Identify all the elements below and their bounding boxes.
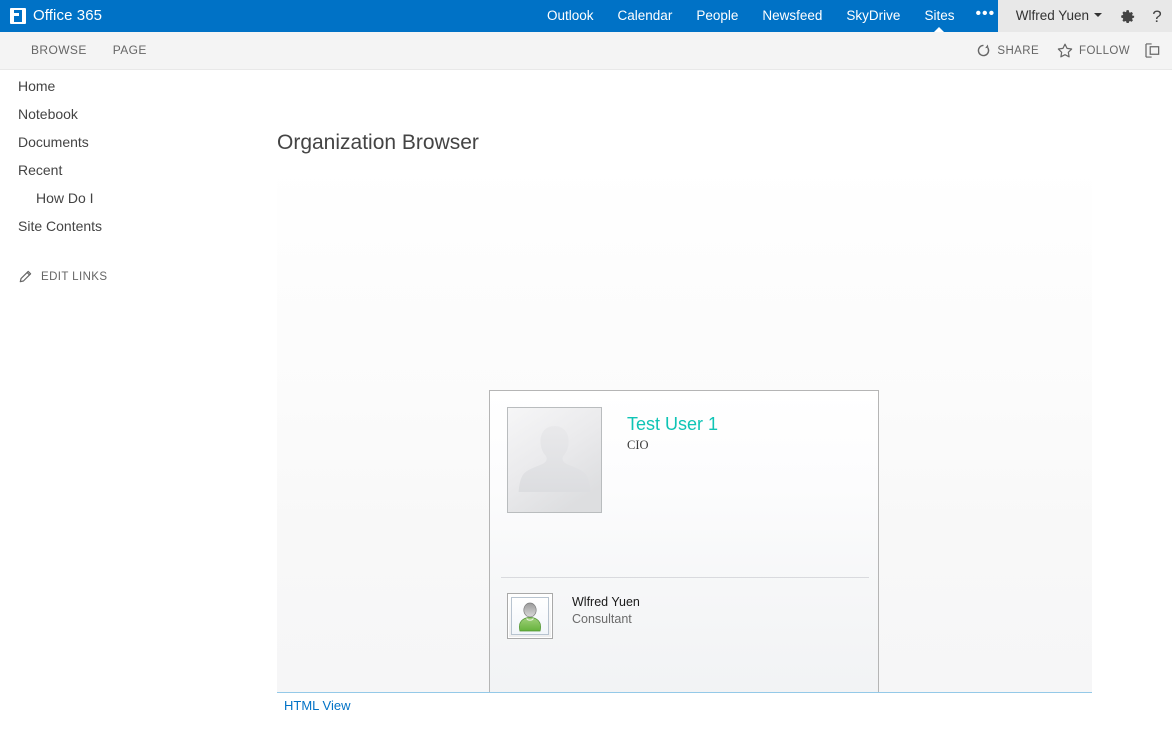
- ribbon-tabs: BROWSE PAGE: [0, 32, 160, 69]
- pencil-icon: [18, 270, 32, 284]
- person-silhouette-placeholder-icon: [507, 407, 602, 513]
- chevron-down-icon: [1094, 13, 1102, 18]
- share-icon: [976, 43, 991, 58]
- focus-on-content-icon[interactable]: [1139, 32, 1168, 69]
- sidebar-item-how-do-i[interactable]: How Do I: [0, 184, 260, 212]
- suite-link-newsfeed[interactable]: Newsfeed: [750, 0, 834, 32]
- follow-label: FOLLOW: [1079, 44, 1130, 57]
- edit-links-label: EDIT LINKS: [41, 271, 108, 283]
- follow-button[interactable]: FOLLOW: [1048, 32, 1139, 69]
- org-report-row[interactable]: Wlfred Yuen Consultant: [507, 593, 878, 639]
- sidebar-item-site-contents[interactable]: Site Contents: [0, 212, 260, 240]
- suite-bar: Office 365 Outlook Calendar People Newsf…: [0, 0, 1172, 32]
- ribbon-tab-page[interactable]: PAGE: [100, 32, 160, 69]
- org-chart-card: Test User 1 CIO Wlfred Yuen Consultant: [489, 390, 879, 692]
- brand-label: Office 365: [33, 7, 103, 24]
- org-manager-text: Test User 1 CIO: [602, 407, 718, 513]
- help-glyph: ?: [1152, 6, 1162, 26]
- org-manager-title: CIO: [627, 438, 649, 452]
- suite-link-people[interactable]: People: [684, 0, 750, 32]
- ribbon-actions: SHARE FOLLOW: [967, 32, 1172, 69]
- office-squares-icon: [10, 8, 26, 24]
- org-manager-section: Test User 1 CIO: [490, 391, 878, 577]
- user-menu[interactable]: Wlfred Yuen: [1008, 0, 1112, 32]
- gear-icon[interactable]: [1112, 0, 1142, 32]
- office-365-brand[interactable]: Office 365: [0, 0, 102, 32]
- org-manager[interactable]: Test User 1 CIO: [490, 391, 878, 513]
- suite-link-calendar[interactable]: Calendar: [606, 0, 685, 32]
- org-report-text: Wlfred Yuen Consultant: [553, 593, 640, 639]
- org-report-avatar: [507, 593, 553, 639]
- star-icon: [1057, 43, 1073, 58]
- sidebar-item-home[interactable]: Home: [0, 72, 260, 100]
- webpart-bottom-rule: [277, 692, 1092, 693]
- person-green-shirt-icon: [511, 597, 549, 635]
- org-reports-section: Wlfred Yuen Consultant: [490, 577, 878, 639]
- main-content: Organization Browser Test User 1 CIO Wlf…: [277, 70, 1172, 742]
- suite-link-skydrive[interactable]: SkyDrive: [834, 0, 912, 32]
- sidebar-item-notebook[interactable]: Notebook: [0, 100, 260, 128]
- html-view-link[interactable]: HTML View: [284, 698, 350, 713]
- suite-link-outlook[interactable]: Outlook: [535, 0, 606, 32]
- org-report-title: Consultant: [572, 612, 632, 626]
- suite-right-cluster: Wlfred Yuen ?: [997, 0, 1172, 32]
- share-label: SHARE: [997, 44, 1040, 57]
- share-button[interactable]: SHARE: [967, 32, 1048, 69]
- org-manager-name[interactable]: Test User 1: [627, 413, 718, 435]
- page-title: Organization Browser: [277, 131, 479, 154]
- question-mark-icon[interactable]: ?: [1142, 0, 1172, 32]
- sidebar-item-recent[interactable]: Recent: [0, 156, 260, 184]
- sidebar-item-documents[interactable]: Documents: [0, 128, 260, 156]
- ribbon-bar: BROWSE PAGE SHARE FOLLOW: [0, 32, 1172, 70]
- suite-link-sites[interactable]: Sites: [912, 0, 966, 32]
- user-name-label: Wlfred Yuen: [1015, 8, 1089, 23]
- left-navigation: Home Notebook Documents Recent How Do I …: [0, 70, 260, 742]
- org-report-name: Wlfred Yuen: [572, 595, 640, 609]
- edit-links-button[interactable]: EDIT LINKS: [0, 262, 260, 290]
- ribbon-tab-browse[interactable]: BROWSE: [18, 32, 100, 69]
- organization-browser-webpart: Test User 1 CIO Wlfred Yuen Consultant: [277, 164, 1092, 692]
